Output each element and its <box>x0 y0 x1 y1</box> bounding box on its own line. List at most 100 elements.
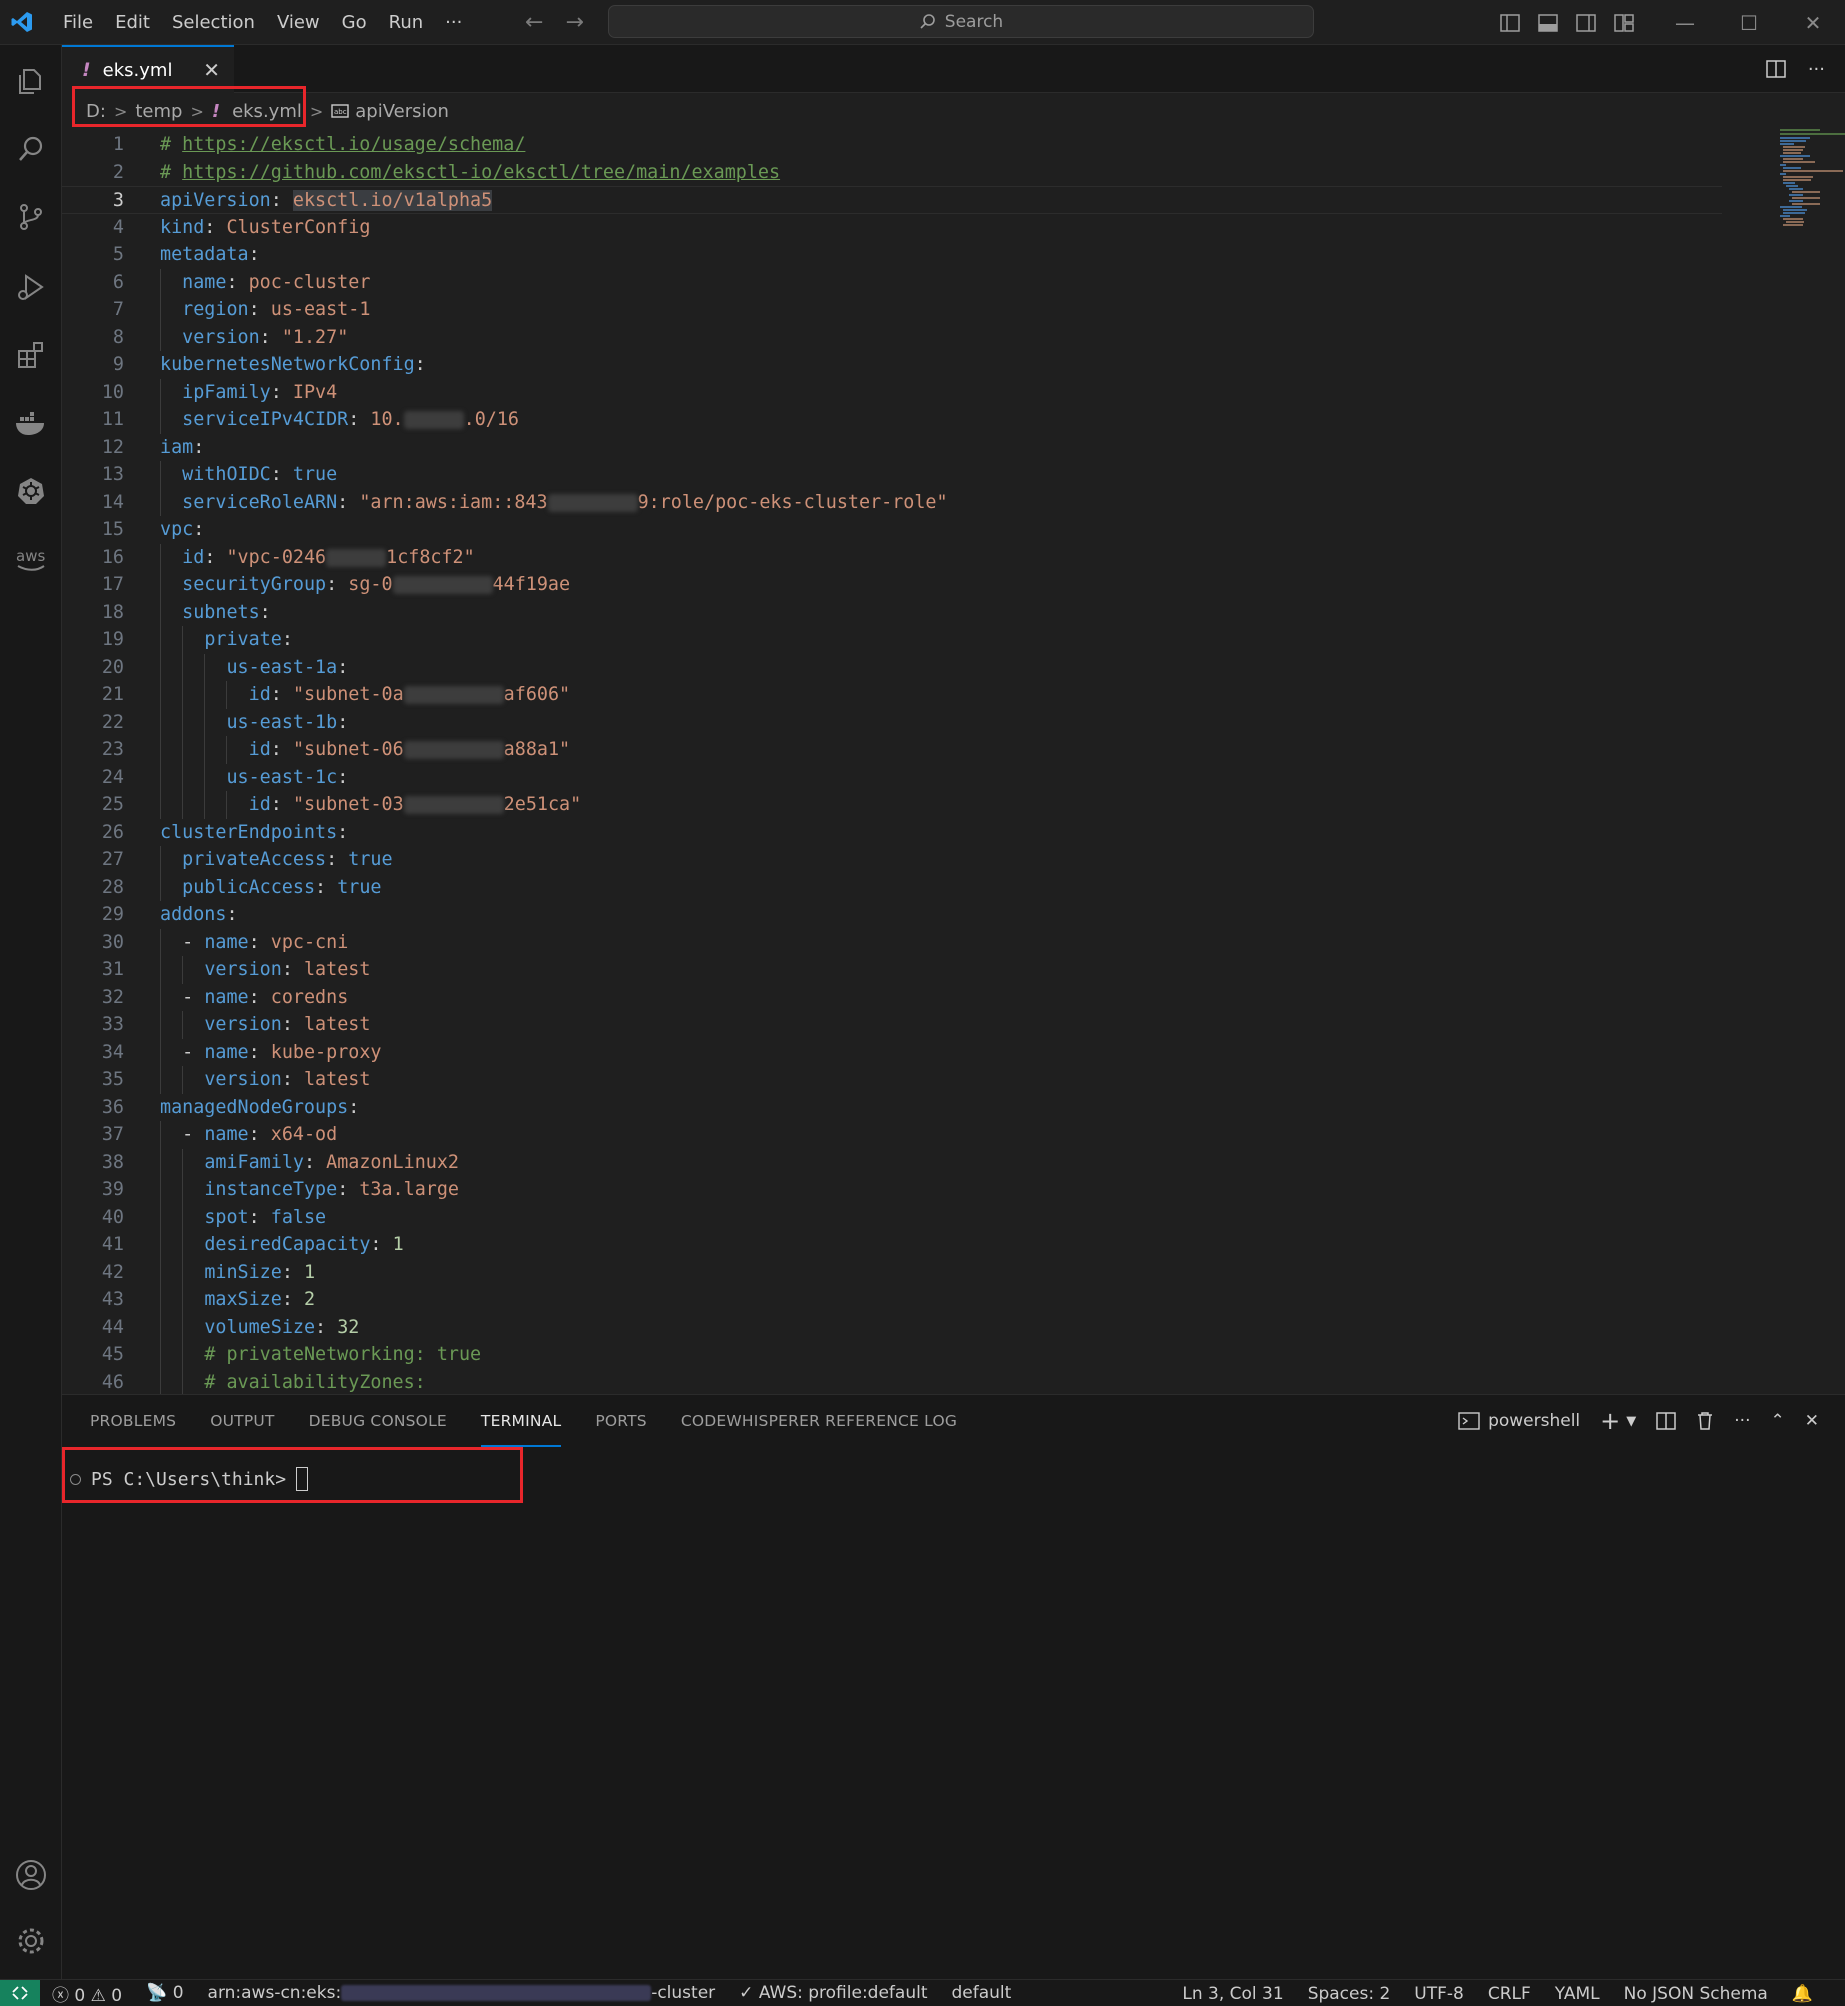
split-editor-icon[interactable] <box>1766 60 1786 78</box>
tab-codewhisperer-log[interactable]: CODEWHISPERER REFERENCE LOG <box>681 1395 957 1447</box>
code-line[interactable]: 45 # privateNetworking: true <box>62 1341 1722 1369</box>
menu-go[interactable]: Go <box>331 0 378 45</box>
code-line[interactable]: 21 id: "subnet-0a af606" <box>62 681 1722 709</box>
code-line[interactable]: 46 # availabilityZones: <box>62 1368 1722 1394</box>
code-line[interactable]: 39 instanceType: t3a.large <box>62 1176 1722 1204</box>
code-line[interactable]: 25 id: "subnet-03 2e51ca" <box>62 791 1722 819</box>
search-view-icon[interactable] <box>0 121 62 177</box>
cursor-position[interactable]: Ln 3, Col 31 <box>1170 1984 1295 2004</box>
docker-icon[interactable] <box>0 395 62 451</box>
code-line[interactable]: 5 metadata: <box>62 241 1722 269</box>
source-control-icon[interactable] <box>0 189 62 245</box>
menu-view[interactable]: View <box>266 0 331 45</box>
breadcrumb-symbol[interactable]: apiVersion <box>355 101 449 122</box>
maximize-panel-icon[interactable]: ⌃ <box>1771 1411 1785 1431</box>
json-schema-status[interactable]: No JSON Schema <box>1612 1984 1780 2004</box>
close-window-icon[interactable]: ✕ <box>1781 11 1845 35</box>
code-line[interactable]: 15 vpc: <box>62 516 1722 544</box>
code-line[interactable]: 6 name: poc-cluster <box>62 268 1722 296</box>
code-line[interactable]: 23 id: "subnet-06 a88a1" <box>62 736 1722 764</box>
code-line[interactable]: 22 us-east-1b: <box>62 708 1722 736</box>
minimap[interactable] <box>1780 129 1845 229</box>
code-line[interactable]: 40 spot: false <box>62 1203 1722 1231</box>
new-terminal-icon[interactable]: + <box>1600 1407 1620 1435</box>
code-line[interactable]: 31 version: latest <box>62 956 1722 984</box>
tab-terminal[interactable]: TERMINAL <box>480 1395 562 1447</box>
language-mode[interactable]: YAML <box>1543 1984 1612 2004</box>
trash-icon[interactable] <box>1696 1411 1714 1431</box>
code-editor[interactable]: 1 # https://eksctl.io/usage/schema/2 # htt… <box>62 129 1845 1394</box>
toggle-primary-sidebar-icon[interactable] <box>1500 13 1520 32</box>
code-line[interactable]: 34 - name: kube-proxy <box>62 1038 1722 1066</box>
tab-debug-console[interactable]: DEBUG CONSOLE <box>309 1395 447 1447</box>
code-line[interactable]: 13 withOIDC: true <box>62 461 1722 489</box>
eol-status[interactable]: CRLF <box>1476 1984 1543 2004</box>
manage-gear-icon[interactable] <box>0 1913 62 1969</box>
explorer-icon[interactable] <box>0 53 62 109</box>
code-line[interactable]: 2 # https://github.com/eksctl-io/eksctl/t… <box>62 159 1722 187</box>
breadcrumb-file[interactable]: eks.yml <box>232 101 302 122</box>
menu-selection[interactable]: Selection <box>161 0 266 45</box>
indentation-status[interactable]: Spaces: 2 <box>1296 1984 1403 2004</box>
accounts-icon[interactable] <box>0 1847 62 1903</box>
code-line[interactable]: 36 managedNodeGroups: <box>62 1094 1722 1122</box>
code-line[interactable]: 42 minSize: 1 <box>62 1258 1722 1286</box>
aws-toolkit-icon[interactable]: aws <box>0 531 62 587</box>
code-line[interactable]: 37 - name: x64-od <box>62 1121 1722 1149</box>
code-line[interactable]: 12 iam: <box>62 434 1722 462</box>
code-line[interactable]: 30 - name: vpc-cni <box>62 928 1722 956</box>
problems-status[interactable]: ⓧ 0 ⚠ 0 <box>40 1981 134 2006</box>
code-line[interactable]: 11 serviceIPv4CIDR: 10. .0/16 <box>62 406 1722 434</box>
code-line[interactable]: 28 publicAccess: true <box>62 873 1722 901</box>
code-line[interactable]: 33 version: latest <box>62 1011 1722 1039</box>
code-line[interactable]: 24 us-east-1c: <box>62 763 1722 791</box>
breadcrumb-folder[interactable]: temp <box>135 101 182 122</box>
code-line[interactable]: 32 - name: coredns <box>62 983 1722 1011</box>
code-line[interactable]: 26 clusterEndpoints: <box>62 819 1722 847</box>
encoding-status[interactable]: UTF-8 <box>1402 1984 1476 2004</box>
toggle-secondary-sidebar-icon[interactable] <box>1576 13 1596 32</box>
close-panel-icon[interactable]: ✕ <box>1805 1411 1819 1431</box>
code-line[interactable]: 3 apiVersion: eksctl.io/v1alpha5 <box>62 186 1722 214</box>
toggle-panel-icon[interactable] <box>1538 13 1558 32</box>
tab-close-icon[interactable]: ✕ <box>203 58 220 82</box>
run-debug-icon[interactable] <box>0 259 62 315</box>
code-line[interactable]: 19 private: <box>62 626 1722 654</box>
tab-eks-yml[interactable]: ! eks.yml ✕ <box>62 45 234 93</box>
code-line[interactable]: 27 privateAccess: true <box>62 846 1722 874</box>
code-line[interactable]: 10 ipFamily: IPv4 <box>62 378 1722 406</box>
aws-profile-status[interactable]: ✓ AWS: profile:default <box>727 1983 939 2003</box>
extensions-icon[interactable] <box>0 327 62 383</box>
more-actions-icon[interactable]: ··· <box>1734 1411 1750 1431</box>
code-line[interactable]: 8 version: "1.27" <box>62 323 1722 351</box>
menu-run[interactable]: Run <box>378 0 435 45</box>
code-line[interactable]: 43 maxSize: 2 <box>62 1286 1722 1314</box>
tab-output[interactable]: OUTPUT <box>210 1395 274 1447</box>
remote-indicator-icon[interactable] <box>0 1979 40 2006</box>
command-center-search[interactable]: Search <box>608 5 1314 38</box>
more-actions-icon[interactable]: ··· <box>1808 59 1825 80</box>
code-line[interactable]: 44 volumeSize: 32 <box>62 1313 1722 1341</box>
code-line[interactable]: 14 serviceRoleARN: "arn:aws:iam::843 9:rol… <box>62 488 1722 516</box>
code-line[interactable]: 9 kubernetesNetworkConfig: <box>62 351 1722 379</box>
tab-problems[interactable]: PROBLEMS <box>90 1395 176 1447</box>
terminal-shell-name[interactable]: powershell <box>1488 1411 1580 1431</box>
code-line[interactable]: 1 # https://eksctl.io/usage/schema/ <box>62 131 1722 159</box>
code-line[interactable]: 38 amiFamily: AmazonLinux2 <box>62 1148 1722 1176</box>
profile-status[interactable]: default <box>939 1983 1023 2003</box>
terminal-output[interactable]: PS C:\Users\think> <box>70 1467 309 1491</box>
code-line[interactable]: 7 region: us-east-1 <box>62 296 1722 324</box>
code-line[interactable]: 41 desiredCapacity: 1 <box>62 1231 1722 1259</box>
split-terminal-icon[interactable] <box>1656 1412 1677 1430</box>
code-line[interactable]: 4 kind: ClusterConfig <box>62 214 1722 242</box>
code-line[interactable]: 35 version: latest <box>62 1066 1722 1094</box>
code-line[interactable]: 18 subnets: <box>62 598 1722 626</box>
tab-ports[interactable]: PORTS <box>595 1395 647 1447</box>
back-arrow-icon[interactable]: ← <box>525 10 543 35</box>
kubernetes-icon[interactable] <box>0 463 62 519</box>
code-line[interactable]: 16 id: "vpc-0246 1cf8cf2" <box>62 543 1722 571</box>
forward-arrow-icon[interactable]: → <box>565 10 583 35</box>
maximize-icon[interactable]: ☐ <box>1717 11 1781 35</box>
minimize-icon[interactable]: — <box>1653 11 1717 35</box>
breadcrumb-drive[interactable]: D: <box>86 101 106 122</box>
